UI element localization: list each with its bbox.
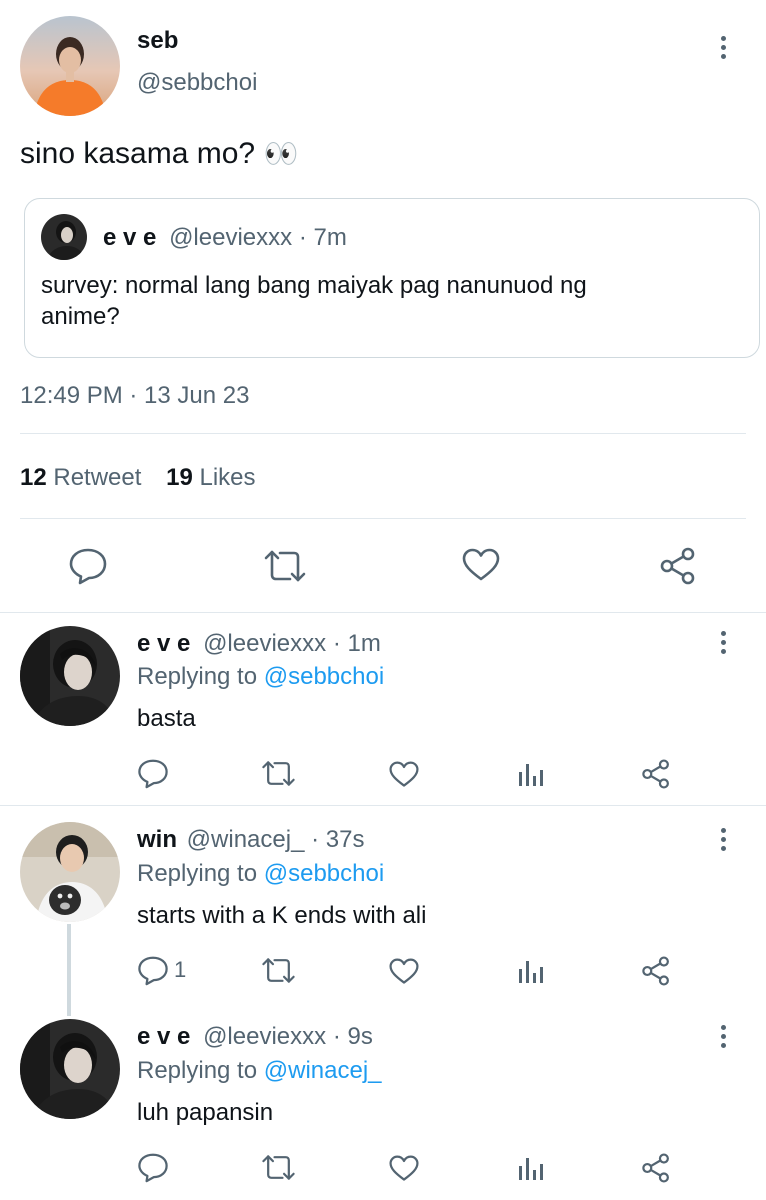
tweet-text: sino kasama mo?	[20, 137, 256, 170]
reply-author-name[interactable]: e v e	[137, 630, 190, 657]
replying-to-link[interactable]: @sebbchoi	[264, 860, 384, 887]
heart-icon[interactable]	[389, 1155, 419, 1182]
quoted-handle: @leeviexxx	[169, 224, 293, 251]
retweet-label: Retweet	[53, 464, 142, 491]
avatar[interactable]	[20, 822, 120, 922]
replying-to-link[interactable]: @sebbchoi	[264, 663, 384, 690]
retweet-stat[interactable]: 12 Retweet	[20, 464, 148, 491]
likes-count: 19	[166, 464, 193, 491]
share-icon[interactable]	[641, 1153, 671, 1183]
analytics-icon[interactable]	[518, 959, 544, 983]
thread-line	[67, 924, 71, 1016]
reply-header: win @winacej_ · 37s	[137, 826, 364, 854]
retweet-icon[interactable]	[260, 760, 297, 787]
reply-icon[interactable]	[68, 547, 108, 585]
reply-author-handle[interactable]: @winacej_	[187, 826, 305, 853]
reply-time: · 1m	[332, 630, 381, 657]
quoted-text: survey: normal lang bang maiyak pag nanu…	[41, 270, 587, 332]
reply-count: 1	[174, 957, 187, 982]
reply-text: starts with a K ends with ali	[137, 902, 427, 929]
retweet-icon[interactable]	[260, 957, 297, 984]
reply-text: basta	[137, 705, 196, 732]
quoted-text-line: anime?	[41, 303, 120, 330]
reply-header: e v e @leeviexxx · 9s	[137, 1023, 373, 1051]
avatar[interactable]	[20, 16, 120, 116]
share-icon[interactable]	[641, 759, 671, 789]
engagement-stats: 12 Retweet 19 Likes	[20, 464, 256, 492]
more-icon[interactable]	[721, 631, 729, 658]
reply-author-name[interactable]: e v e	[137, 1023, 190, 1050]
replying-to-label: Replying to	[137, 860, 258, 887]
avatar[interactable]	[20, 1019, 120, 1119]
replying-to: Replying to @sebbchoi	[137, 860, 384, 888]
divider	[0, 612, 766, 613]
replying-to: Replying to @winacej_	[137, 1057, 382, 1085]
quoted-time: · 7m	[298, 224, 347, 251]
tweet-timestamp[interactable]: 12:49 PM · 13 Jun 23	[20, 382, 249, 410]
more-icon[interactable]	[721, 1025, 729, 1052]
retweet-icon[interactable]	[260, 1154, 297, 1181]
divider	[20, 518, 746, 519]
reply-author-handle[interactable]: @leeviexxx	[203, 1023, 326, 1050]
share-icon[interactable]	[659, 547, 697, 585]
likes-stat[interactable]: 19 Likes	[166, 464, 255, 491]
retweet-icon[interactable]	[262, 549, 308, 583]
reply-text: luh papansin	[137, 1099, 274, 1126]
likes-label: Likes	[199, 464, 256, 491]
eyes-emoji: 👀	[263, 138, 299, 169]
reply-icon[interactable]	[137, 758, 169, 789]
reply-header: e v e @leeviexxx · 1m	[137, 630, 381, 658]
author-name[interactable]: seb	[137, 27, 178, 55]
replying-to-label: Replying to	[137, 1057, 258, 1084]
replying-to-label: Replying to	[137, 663, 258, 690]
author-handle[interactable]: @sebbchoi	[137, 69, 257, 97]
divider	[20, 433, 746, 434]
replying-to-link[interactable]: @winacej_	[264, 1057, 382, 1084]
more-icon[interactable]	[721, 36, 729, 63]
heart-icon[interactable]	[389, 958, 419, 985]
more-icon[interactable]	[721, 828, 729, 855]
reply-author-handle[interactable]: @leeviexxx	[203, 630, 326, 657]
quoted-header: e v e @leeviexxx · 7m	[103, 224, 347, 252]
quoted-text-line: survey: normal lang bang maiyak pag nanu…	[41, 272, 587, 299]
reply-time: · 9s	[332, 1023, 373, 1050]
retweet-count: 12	[20, 464, 47, 491]
reply-icon[interactable]	[137, 955, 169, 986]
reply-time: · 37s	[311, 826, 365, 853]
divider	[0, 805, 766, 806]
replying-to: Replying to @sebbchoi	[137, 663, 384, 691]
share-icon[interactable]	[641, 956, 671, 986]
quoted-name: e v e	[103, 224, 157, 251]
reply-author-name[interactable]: win	[137, 826, 177, 853]
tweet-text-row: sino kasama mo? 👀	[20, 137, 298, 171]
analytics-icon[interactable]	[518, 1156, 544, 1180]
analytics-icon[interactable]	[518, 762, 544, 786]
quoted-avatar	[41, 214, 87, 260]
heart-icon[interactable]	[389, 761, 419, 788]
avatar[interactable]	[20, 626, 120, 726]
heart-icon[interactable]	[462, 548, 500, 582]
reply-icon[interactable]	[137, 1152, 169, 1183]
